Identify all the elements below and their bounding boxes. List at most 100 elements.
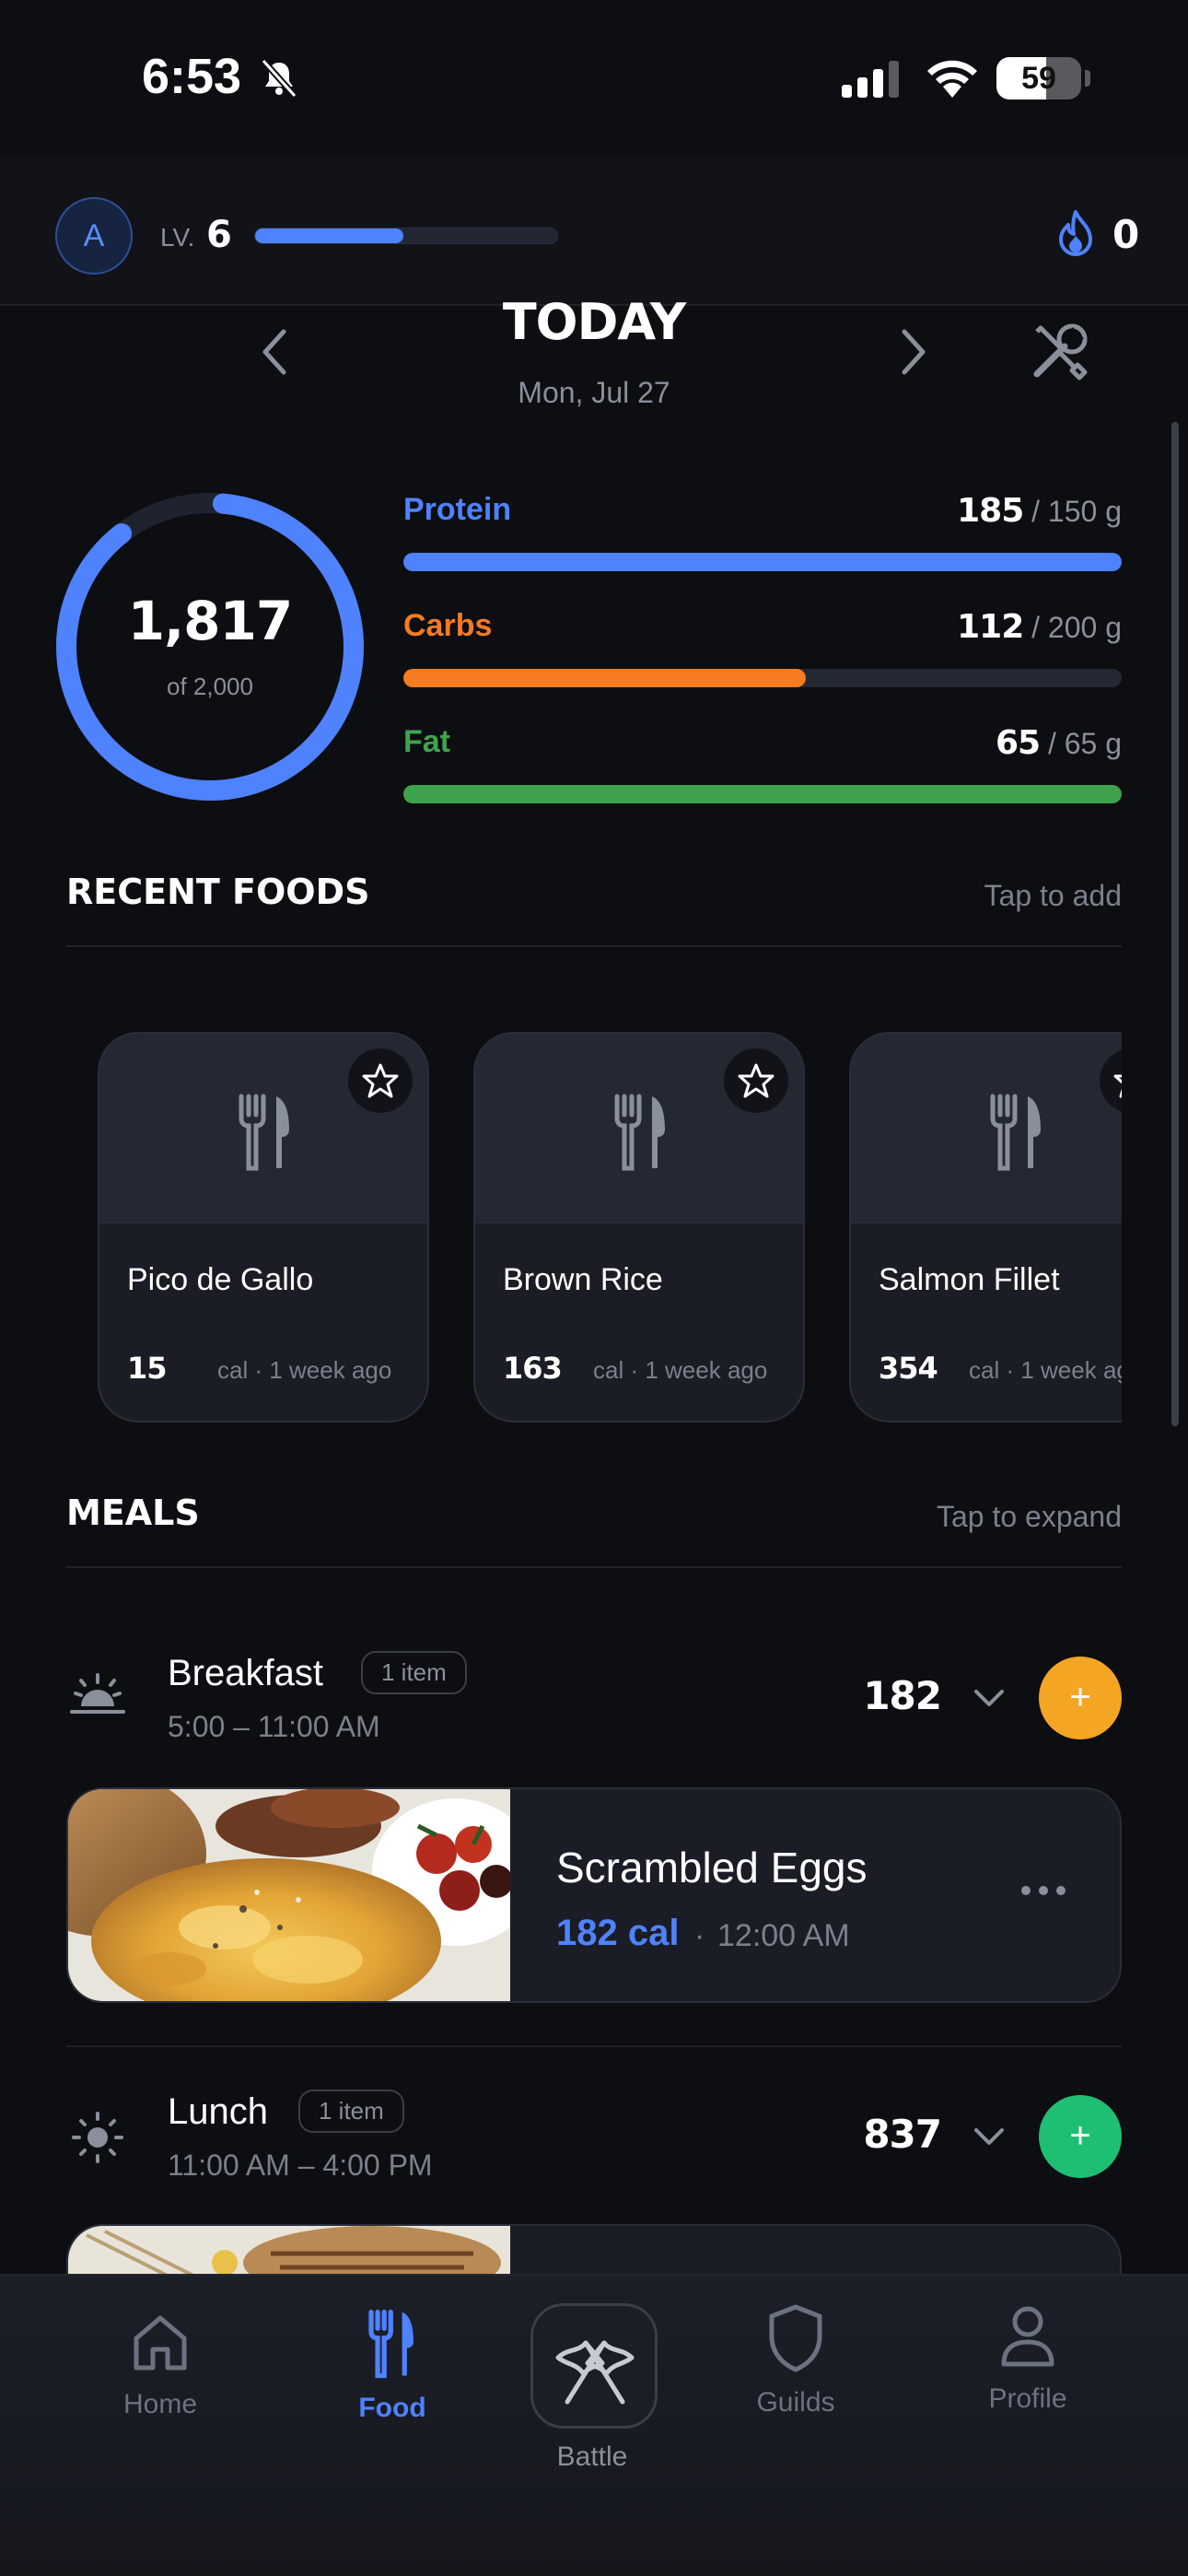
battery-indicator: 59 <box>996 57 1081 100</box>
food-name: Pico de Gallo <box>127 1262 314 1297</box>
recent-foods-carousel[interactable]: Pico de Gallo 15 cal · 1 week ago Brown … <box>66 1025 1122 1430</box>
shield-icon <box>769 2304 822 2372</box>
food-entry-card[interactable]: Scrambled Eggs 182 cal · 12:00 AM <box>66 1787 1122 2003</box>
tab-profile[interactable]: Profile <box>945 2303 1111 2415</box>
food-card-image-area <box>851 1034 1122 1224</box>
fork-knife-icon <box>368 2309 413 2379</box>
macro-protein: Protein 185 / 150 g <box>403 492 1122 593</box>
meal-calories: 837 <box>863 2112 942 2157</box>
macro-values: 65 / 65 g <box>995 724 1122 762</box>
separator-dot: · <box>694 1918 705 1953</box>
bottom-tab-bar: Home Food Battle Guilds Profile <box>0 2274 1188 2576</box>
meal-item-count: 1 item <box>298 2090 404 2133</box>
xp-progress-bar <box>254 228 558 244</box>
add-food-button[interactable]: + <box>1039 2095 1122 2178</box>
chevron-down-icon[interactable] <box>973 1686 1006 1710</box>
wifi-icon <box>927 60 977 98</box>
meal-name: Lunch <box>168 2091 268 2132</box>
meal-time-range: 11:00 AM – 4:00 PM <box>168 2149 433 2182</box>
section-divider <box>66 1566 1122 1568</box>
star-icon <box>1113 1074 1122 1098</box>
crossed-flags-icon <box>555 2340 635 2405</box>
food-entry-time: 12:00 AM <box>717 1918 850 1953</box>
flame-icon <box>1059 210 1092 256</box>
next-day-button[interactable] <box>891 326 932 378</box>
recent-food-card[interactable]: Pico de Gallo 15 cal · 1 week ago <box>98 1032 429 1423</box>
section-divider <box>66 945 1122 947</box>
food-meta: cal · 1 week ago <box>217 1356 392 1384</box>
cellular-signal-icon <box>842 61 899 98</box>
chevron-down-icon[interactable] <box>973 2125 1006 2149</box>
tab-label: Guilds <box>756 2387 835 2418</box>
macro-progress-fill <box>403 669 806 687</box>
macro-name: Protein <box>403 492 512 527</box>
food-entry-name: Scrambled Eggs <box>556 1844 868 1891</box>
tab-home[interactable]: Home <box>77 2309 243 2420</box>
calories-goal: of 2,000 <box>167 673 253 700</box>
macro-progress-fill <box>403 785 1122 803</box>
macro-values: 185 / 150 g <box>957 492 1122 530</box>
tab-label: Home <box>122 2389 198 2419</box>
food-photo <box>68 1789 510 2001</box>
fork-knife-icon <box>614 1094 665 1171</box>
food-meta: cal · 1 week ago <box>593 1356 768 1384</box>
food-card-image-area <box>475 1034 803 1224</box>
fork-knife-icon <box>990 1094 1041 1171</box>
macro-name: Fat <box>403 724 450 759</box>
star-icon <box>738 1063 775 1098</box>
person-icon <box>1001 2306 1054 2367</box>
level-label: LV. <box>160 223 195 252</box>
top-header: A LV. 6 0 <box>0 157 1188 306</box>
recent-foods-title: RECENT FOODS <box>66 872 370 912</box>
previous-day-button[interactable] <box>256 326 297 378</box>
tab-battle[interactable] <box>530 2303 658 2429</box>
sun-icon <box>72 2112 123 2163</box>
food-name: Salmon Fillet <box>879 1262 1060 1297</box>
meal-divider <box>66 2045 1122 2047</box>
favorite-button[interactable] <box>348 1048 413 1113</box>
food-calories: 163 <box>503 1351 563 1386</box>
scrollbar[interactable] <box>1171 422 1179 1426</box>
recent-food-card[interactable]: Salmon Fillet 354 cal · 1 week ago <box>849 1032 1122 1423</box>
add-food-button[interactable]: + <box>1039 1657 1122 1739</box>
meal-name: Breakfast <box>168 1653 323 1693</box>
macro-progress-fill <box>403 553 1122 571</box>
meal-calories: 182 <box>863 1673 942 1718</box>
status-time: 6:53 <box>142 49 242 104</box>
food-entry-calories: 182 cal <box>556 1913 680 1953</box>
tab-food[interactable]: Food <box>309 2309 475 2424</box>
recent-food-card[interactable]: Brown Rice 163 cal · 1 week ago <box>473 1032 805 1423</box>
food-calories: 354 <box>879 1351 938 1386</box>
home-icon <box>134 2315 187 2371</box>
date-subtitle: Mon, Jul 27 <box>518 376 670 409</box>
meals-title: MEALS <box>66 1493 200 1533</box>
macro-carbs: Carbs 112 / 200 g <box>403 608 1122 709</box>
avatar[interactable]: A <box>55 197 133 275</box>
battery-percent: 59 <box>1021 61 1056 96</box>
star-icon <box>362 1063 399 1098</box>
macro-progress-track <box>403 553 1122 571</box>
streak-count: 0 <box>1112 212 1139 257</box>
macro-progress-track <box>403 785 1122 803</box>
macro-progress-track <box>403 669 1122 687</box>
more-options-icon[interactable] <box>1019 1881 1068 1900</box>
status-bar: 6:53 59 <box>0 0 1188 157</box>
favorite-button[interactable] <box>1100 1048 1122 1113</box>
date-title: TODAY <box>502 293 686 351</box>
macro-name: Carbs <box>403 608 493 643</box>
food-meta: cal · 1 week ago <box>969 1356 1122 1384</box>
macro-values: 112 / 200 g <box>957 608 1122 646</box>
tools-icon[interactable] <box>1028 319 1092 383</box>
fork-knife-icon <box>239 1094 289 1171</box>
food-name: Brown Rice <box>503 1262 663 1297</box>
level-value: 6 <box>206 214 232 256</box>
battery-cap <box>1085 70 1090 87</box>
calories-consumed: 1,817 <box>127 590 293 652</box>
favorite-button[interactable] <box>724 1048 788 1113</box>
xp-progress-fill <box>255 228 403 243</box>
tab-guilds[interactable]: Guilds <box>713 2303 879 2418</box>
meal-time-range: 5:00 – 11:00 AM <box>168 1710 380 1743</box>
meal-item-count: 1 item <box>361 1651 467 1694</box>
food-calories: 15 <box>127 1351 168 1386</box>
bell-slash-icon <box>261 58 297 99</box>
